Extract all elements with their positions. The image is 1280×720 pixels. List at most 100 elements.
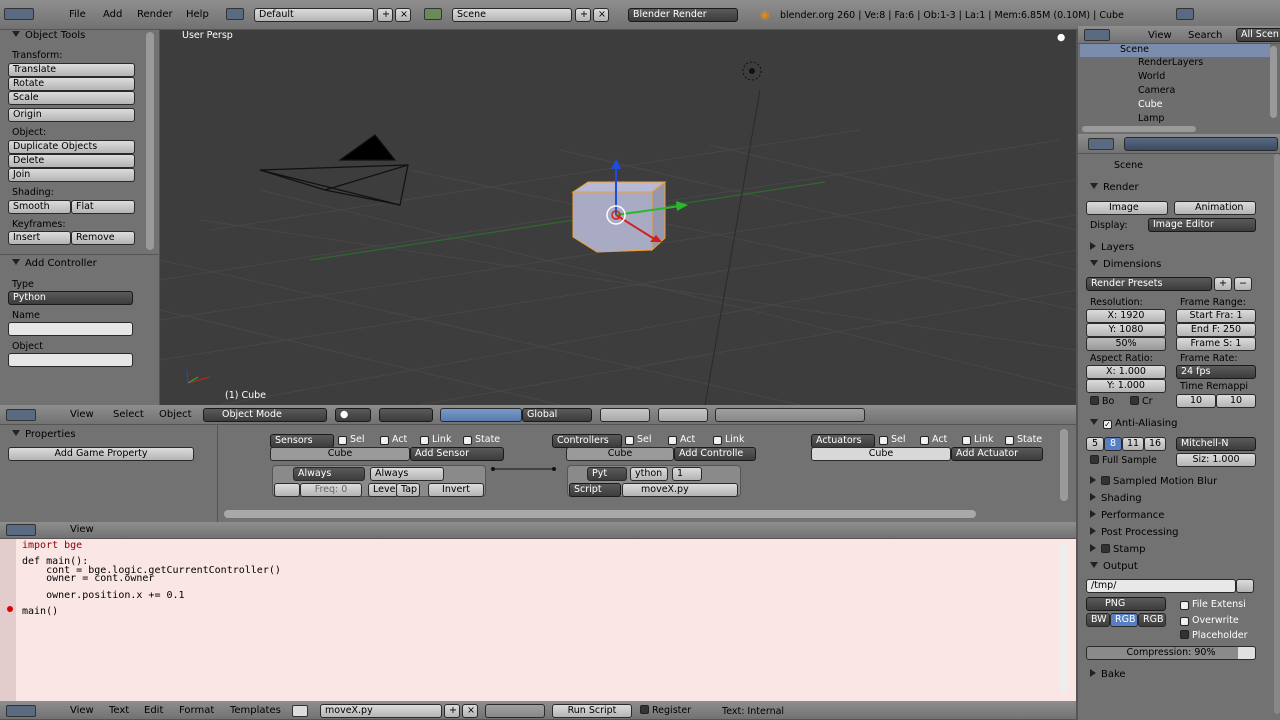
shading-dropdown[interactable]: ● — [335, 408, 371, 422]
shading-panel-header[interactable]: Shading — [1090, 493, 1142, 504]
scene-icon[interactable] — [424, 8, 442, 20]
resolution-x-field[interactable]: X: 1920 — [1086, 309, 1166, 323]
resolution-y-field[interactable]: Y: 1080 — [1086, 323, 1166, 337]
render-image-button[interactable]: Image — [1086, 201, 1168, 215]
register-check[interactable]: Register — [640, 705, 691, 716]
render-animation-button[interactable]: Animation — [1174, 201, 1256, 215]
file-extension-check[interactable]: ✓ File Extensi — [1180, 599, 1246, 610]
color-mode-rgb[interactable]: RGB — [1110, 613, 1138, 627]
preset-remove-button[interactable]: − — [1234, 277, 1252, 291]
controllers-sel-check[interactable]: ✓ Sel — [625, 434, 652, 445]
time-remap-new-field[interactable]: 10 — [1216, 394, 1256, 408]
sensors-state-check[interactable]: ✓ State — [463, 434, 500, 445]
border-check[interactable]: Bo — [1090, 396, 1114, 407]
crop-check[interactable]: Cr — [1130, 396, 1153, 407]
controllers-link-check[interactable]: ✓ Link — [713, 434, 744, 445]
sensor-type-dropdown[interactable]: Always — [293, 467, 365, 481]
sensors-dropdown[interactable]: Sensors — [270, 434, 334, 448]
text-datablock-field[interactable]: moveX.py — [320, 704, 442, 718]
snap-toggles[interactable] — [715, 408, 865, 422]
color-mode-rgba[interactable]: RGB — [1138, 613, 1166, 627]
unlink-text-button[interactable]: × — [462, 704, 478, 718]
file-format-dropdown[interactable]: PNG — [1086, 597, 1166, 611]
controller-object-input[interactable] — [8, 353, 133, 367]
outliner-scrollbar[interactable] — [1270, 46, 1277, 118]
scene-selector[interactable]: Scene — [452, 8, 572, 22]
screen-layout-icon[interactable] — [226, 8, 244, 20]
aa-filter-dropdown[interactable]: Mitchell-N — [1176, 437, 1256, 451]
logic-horizontal-scrollbar[interactable] — [224, 510, 976, 518]
actuators-dropdown[interactable]: Actuators — [811, 434, 875, 448]
flat-button[interactable]: Flat — [71, 200, 135, 214]
outliner-display-dropdown[interactable]: All Scen — [1236, 28, 1280, 42]
smooth-button[interactable]: Smooth — [8, 200, 71, 214]
level-toggle[interactable]: Level — [368, 483, 398, 497]
remove-keyframe-button[interactable]: Remove — [71, 231, 135, 245]
output-folder-icon[interactable] — [1236, 579, 1254, 593]
origin-button[interactable]: Origin — [8, 108, 135, 122]
menu-help[interactable]: Help — [186, 9, 209, 20]
bottom-editor-type-icon[interactable] — [6, 705, 36, 717]
bottom-menu-format[interactable]: Format — [179, 705, 214, 716]
outliner-menu-search[interactable]: Search — [1188, 30, 1222, 41]
controller-name-input[interactable] — [8, 322, 133, 336]
scene-remove-button[interactable]: × — [593, 8, 609, 22]
info-editor-icon[interactable] — [4, 8, 34, 20]
placeholder-check[interactable]: Placeholder — [1180, 630, 1248, 641]
aa-samples-11[interactable]: 11 — [1122, 437, 1144, 451]
antialiasing-panel-header[interactable]: ✓ Anti-Aliasing — [1090, 418, 1177, 429]
bake-panel-header[interactable]: Bake — [1090, 669, 1126, 680]
viewport-corner-icon[interactable]: ● — [1057, 32, 1065, 43]
scene-add-button[interactable]: + — [575, 8, 591, 22]
actuators-state-check[interactable]: ✓ State — [1005, 434, 1042, 445]
menu-add[interactable]: Add — [103, 9, 122, 20]
properties-type-icon[interactable] — [1088, 138, 1114, 150]
aa-samples-5[interactable]: 5 — [1086, 437, 1104, 451]
overwrite-check[interactable]: ✓ Overwrite — [1180, 615, 1239, 626]
resolution-percent-field[interactable]: 50% — [1086, 337, 1166, 351]
performance-panel-header[interactable]: Performance — [1090, 510, 1164, 521]
freq-field[interactable]: Freq: 0 — [300, 483, 362, 497]
outliner-hscrollbar[interactable] — [1082, 126, 1196, 132]
color-mode-bw[interactable]: BW — [1086, 613, 1110, 627]
outliner-lamp[interactable]: Lamp — [1138, 113, 1164, 124]
layer-buttons-2[interactable] — [658, 408, 708, 422]
post-processing-panel-header[interactable]: Post Processing — [1090, 527, 1179, 538]
full-sample-check[interactable]: Full Sample — [1090, 455, 1157, 466]
text-editor-type-icon[interactable] — [6, 524, 36, 536]
motion-blur-panel-header[interactable]: Sampled Motion Blur — [1090, 476, 1217, 487]
layout-selector[interactable]: Default — [254, 8, 374, 22]
render-panel-header[interactable]: Render — [1090, 182, 1139, 193]
script-file-field[interactable]: moveX.py — [622, 483, 738, 497]
sensor-name-field[interactable]: Always — [370, 467, 444, 481]
controller-type-button[interactable]: Pyt — [587, 467, 627, 481]
scale-button[interactable]: Scale — [8, 91, 135, 105]
preset-add-button[interactable]: + — [1214, 277, 1232, 291]
controllers-act-check[interactable]: ✓ Act — [668, 434, 695, 445]
sensors-act-check[interactable]: ✓ Act — [380, 434, 407, 445]
outliner-camera[interactable]: Camera — [1138, 85, 1175, 96]
menu-select[interactable]: Select — [113, 409, 144, 420]
translate-button[interactable]: Translate — [8, 63, 135, 77]
pulse-true-toggle[interactable] — [274, 483, 300, 497]
time-remap-old-field[interactable]: 10 — [1176, 394, 1216, 408]
add-controller-dropdown[interactable]: Add Controlle — [674, 447, 756, 461]
properties-header[interactable]: Properties — [12, 429, 76, 440]
text-datablock-icon[interactable] — [292, 705, 308, 717]
text-editor-scrollbar[interactable] — [1060, 543, 1068, 693]
menu-object[interactable]: Object — [159, 409, 192, 420]
manipulator-toggles[interactable] — [440, 408, 522, 422]
controller-type-dropdown[interactable]: Python — [8, 291, 133, 305]
duplicate-objects-button[interactable]: Duplicate Objects — [8, 140, 135, 154]
text-menu-view[interactable]: View — [70, 524, 94, 535]
output-path-field[interactable]: /tmp/ — [1086, 579, 1236, 593]
controller-priority-field[interactable]: 1 — [672, 467, 702, 481]
aa-samples-16[interactable]: 16 — [1144, 437, 1166, 451]
compression-slider[interactable]: Compression: 90% — [1086, 646, 1256, 660]
delete-button[interactable]: Delete — [8, 154, 135, 168]
orientation-dropdown[interactable]: Global — [522, 408, 592, 422]
new-text-button[interactable]: + — [444, 704, 460, 718]
aa-samples-8[interactable]: 8 — [1104, 437, 1122, 451]
add-sensor-dropdown[interactable]: Add Sensor — [410, 447, 504, 461]
controller-name-field[interactable]: ython — [630, 467, 668, 481]
